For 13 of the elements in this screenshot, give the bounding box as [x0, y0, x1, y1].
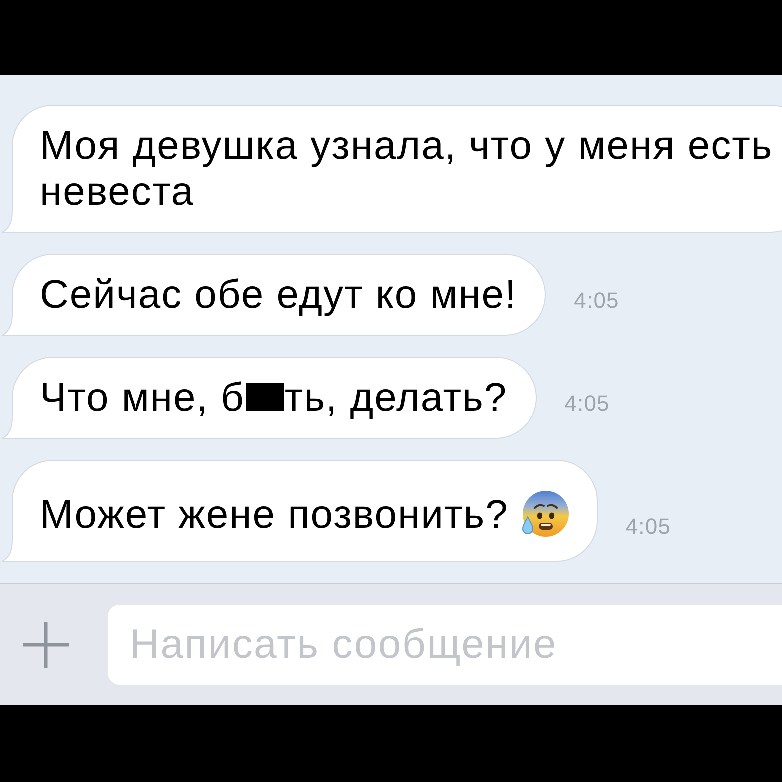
message-time: 4:05	[626, 514, 672, 540]
message-text: Сейчас обе едут ко мне!	[40, 273, 518, 317]
message-text: Моя девушка узнала, что у меня есть невеста	[40, 124, 774, 214]
message-input[interactable]: Написать сообщение	[108, 604, 782, 684]
message-time: 4:05	[574, 288, 620, 314]
message-text: ть, делать?	[284, 376, 508, 420]
message-text: Может жене позвонить?	[40, 493, 509, 537]
redaction-block	[246, 383, 284, 411]
message-time: 4:05	[564, 391, 610, 417]
add-button[interactable]	[22, 620, 70, 668]
plus-icon	[22, 620, 70, 668]
message-text: Что мне, б	[40, 376, 245, 420]
sweating-face-icon	[520, 490, 569, 538]
